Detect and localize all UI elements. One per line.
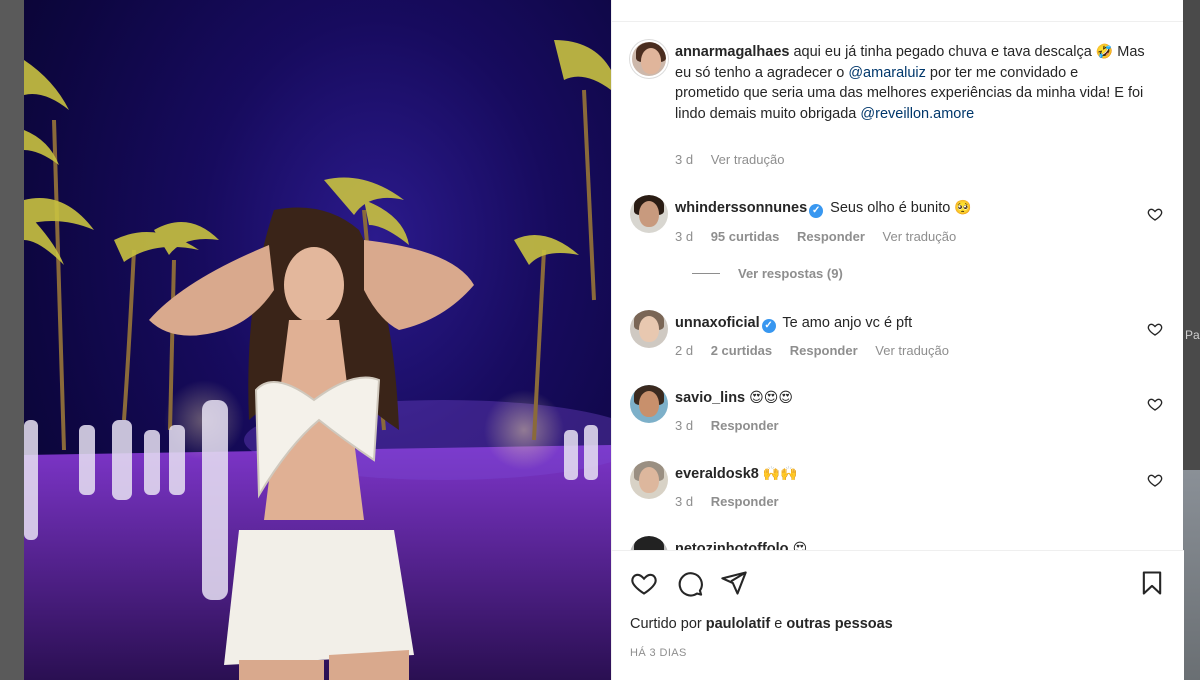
verified-badge-icon: ✓: [761, 319, 776, 333]
comment-username[interactable]: unnaxoficial: [675, 315, 760, 331]
backdrop-right: Pa: [1183, 0, 1200, 680]
commenter-avatar[interactable]: [630, 310, 668, 348]
liked-by-prefix: Curtido por: [630, 616, 702, 632]
mention-amaraluiz[interactable]: @amaraluiz: [848, 65, 926, 81]
backdrop-left: [0, 0, 24, 680]
liked-by-summary: Curtido por paulolatif e outras pessoas: [630, 616, 893, 632]
backdrop-peek-text: Pa: [1185, 328, 1200, 342]
panel-header: [612, 0, 1183, 22]
comment-time: 3 d: [675, 494, 694, 509]
view-replies-label: Ver respostas (9): [738, 266, 843, 281]
caption-time: 3 d: [675, 152, 694, 167]
comment-translate-link[interactable]: Ver tradução: [883, 229, 957, 244]
comment-icon[interactable]: [676, 569, 704, 597]
mention-reveillon-amore[interactable]: @reveillon.amore: [860, 106, 974, 122]
commenter-avatar[interactable]: [630, 195, 668, 233]
comment-emoji: 😍: [792, 541, 808, 550]
author-avatar[interactable]: [630, 40, 668, 78]
comment-emoji: 😍😍😍: [749, 390, 793, 406]
comments-panel: annarmagalhaes aqui eu já tinha pegado c…: [611, 0, 1184, 680]
post-actions-bar: Curtido por paulolatif e outras pessoas …: [612, 550, 1184, 680]
comment-time: 2 d: [675, 343, 694, 358]
comment-translate-link[interactable]: Ver tradução: [875, 343, 949, 358]
comment-username[interactable]: savio_lins: [675, 390, 745, 406]
liked-by-others-link[interactable]: outras pessoas: [786, 616, 892, 632]
caption-translate-link[interactable]: Ver tradução: [711, 152, 785, 167]
replies-divider: [692, 273, 720, 274]
comment-reply-button[interactable]: Responder: [711, 494, 779, 509]
comment-like-heart-icon[interactable]: [1147, 396, 1163, 412]
comment-time: 3 d: [675, 229, 694, 244]
commenter-avatar[interactable]: [630, 536, 668, 550]
caption-text-1: aqui eu já tinha pegado chuva e tava des…: [793, 44, 1092, 60]
view-replies-button[interactable]: Ver respostas (9): [692, 266, 843, 281]
comment-like-heart-icon[interactable]: [1147, 206, 1163, 222]
comment-likes-link[interactable]: 2 curtidas: [711, 343, 772, 358]
comments-list[interactable]: annarmagalhaes aqui eu já tinha pegado c…: [612, 22, 1184, 550]
comment-like-heart-icon[interactable]: [1147, 472, 1163, 488]
comment-likes-link[interactable]: 95 curtidas: [711, 229, 780, 244]
comment-reply-button[interactable]: Responder: [797, 229, 865, 244]
caption-emoji: 🤣: [1095, 44, 1114, 60]
comment-emoji: 🥺: [954, 200, 972, 216]
comment-text: Seus olho é bunito: [830, 200, 951, 216]
post-date: HÁ 3 DIAS: [630, 647, 687, 659]
liked-by-and: e: [774, 616, 783, 632]
comment-username[interactable]: everaldosk8: [675, 466, 759, 482]
bookmark-icon[interactable]: [1138, 569, 1166, 597]
comment-time: 3 d: [675, 418, 694, 433]
photo-illustration: [24, 40, 611, 680]
verified-badge-icon: ✓: [809, 204, 824, 218]
share-icon[interactable]: [720, 569, 748, 597]
comment-text: Te amo anjo vc é pft: [782, 315, 913, 331]
author-username[interactable]: annarmagalhaes: [675, 44, 789, 60]
backdrop-peek-image: [1183, 470, 1200, 680]
post-modal: annarmagalhaes aqui eu já tinha pegado c…: [24, 0, 1184, 680]
comment-like-heart-icon[interactable]: [1147, 321, 1163, 337]
heart-icon[interactable]: [630, 569, 658, 597]
comment-reply-button[interactable]: Responder: [711, 418, 779, 433]
comment-username[interactable]: whinderssonnunes: [675, 200, 807, 216]
comment-reply-button[interactable]: Responder: [790, 343, 858, 358]
comment-username[interactable]: netozinhotoffolo: [675, 541, 789, 550]
liked-by-user[interactable]: paulolatif: [706, 616, 770, 632]
commenter-avatar[interactable]: [630, 461, 668, 499]
commenter-avatar[interactable]: [630, 385, 668, 423]
comment-emoji: 🙌🙌: [762, 466, 798, 482]
post-photo[interactable]: [24, 0, 611, 680]
